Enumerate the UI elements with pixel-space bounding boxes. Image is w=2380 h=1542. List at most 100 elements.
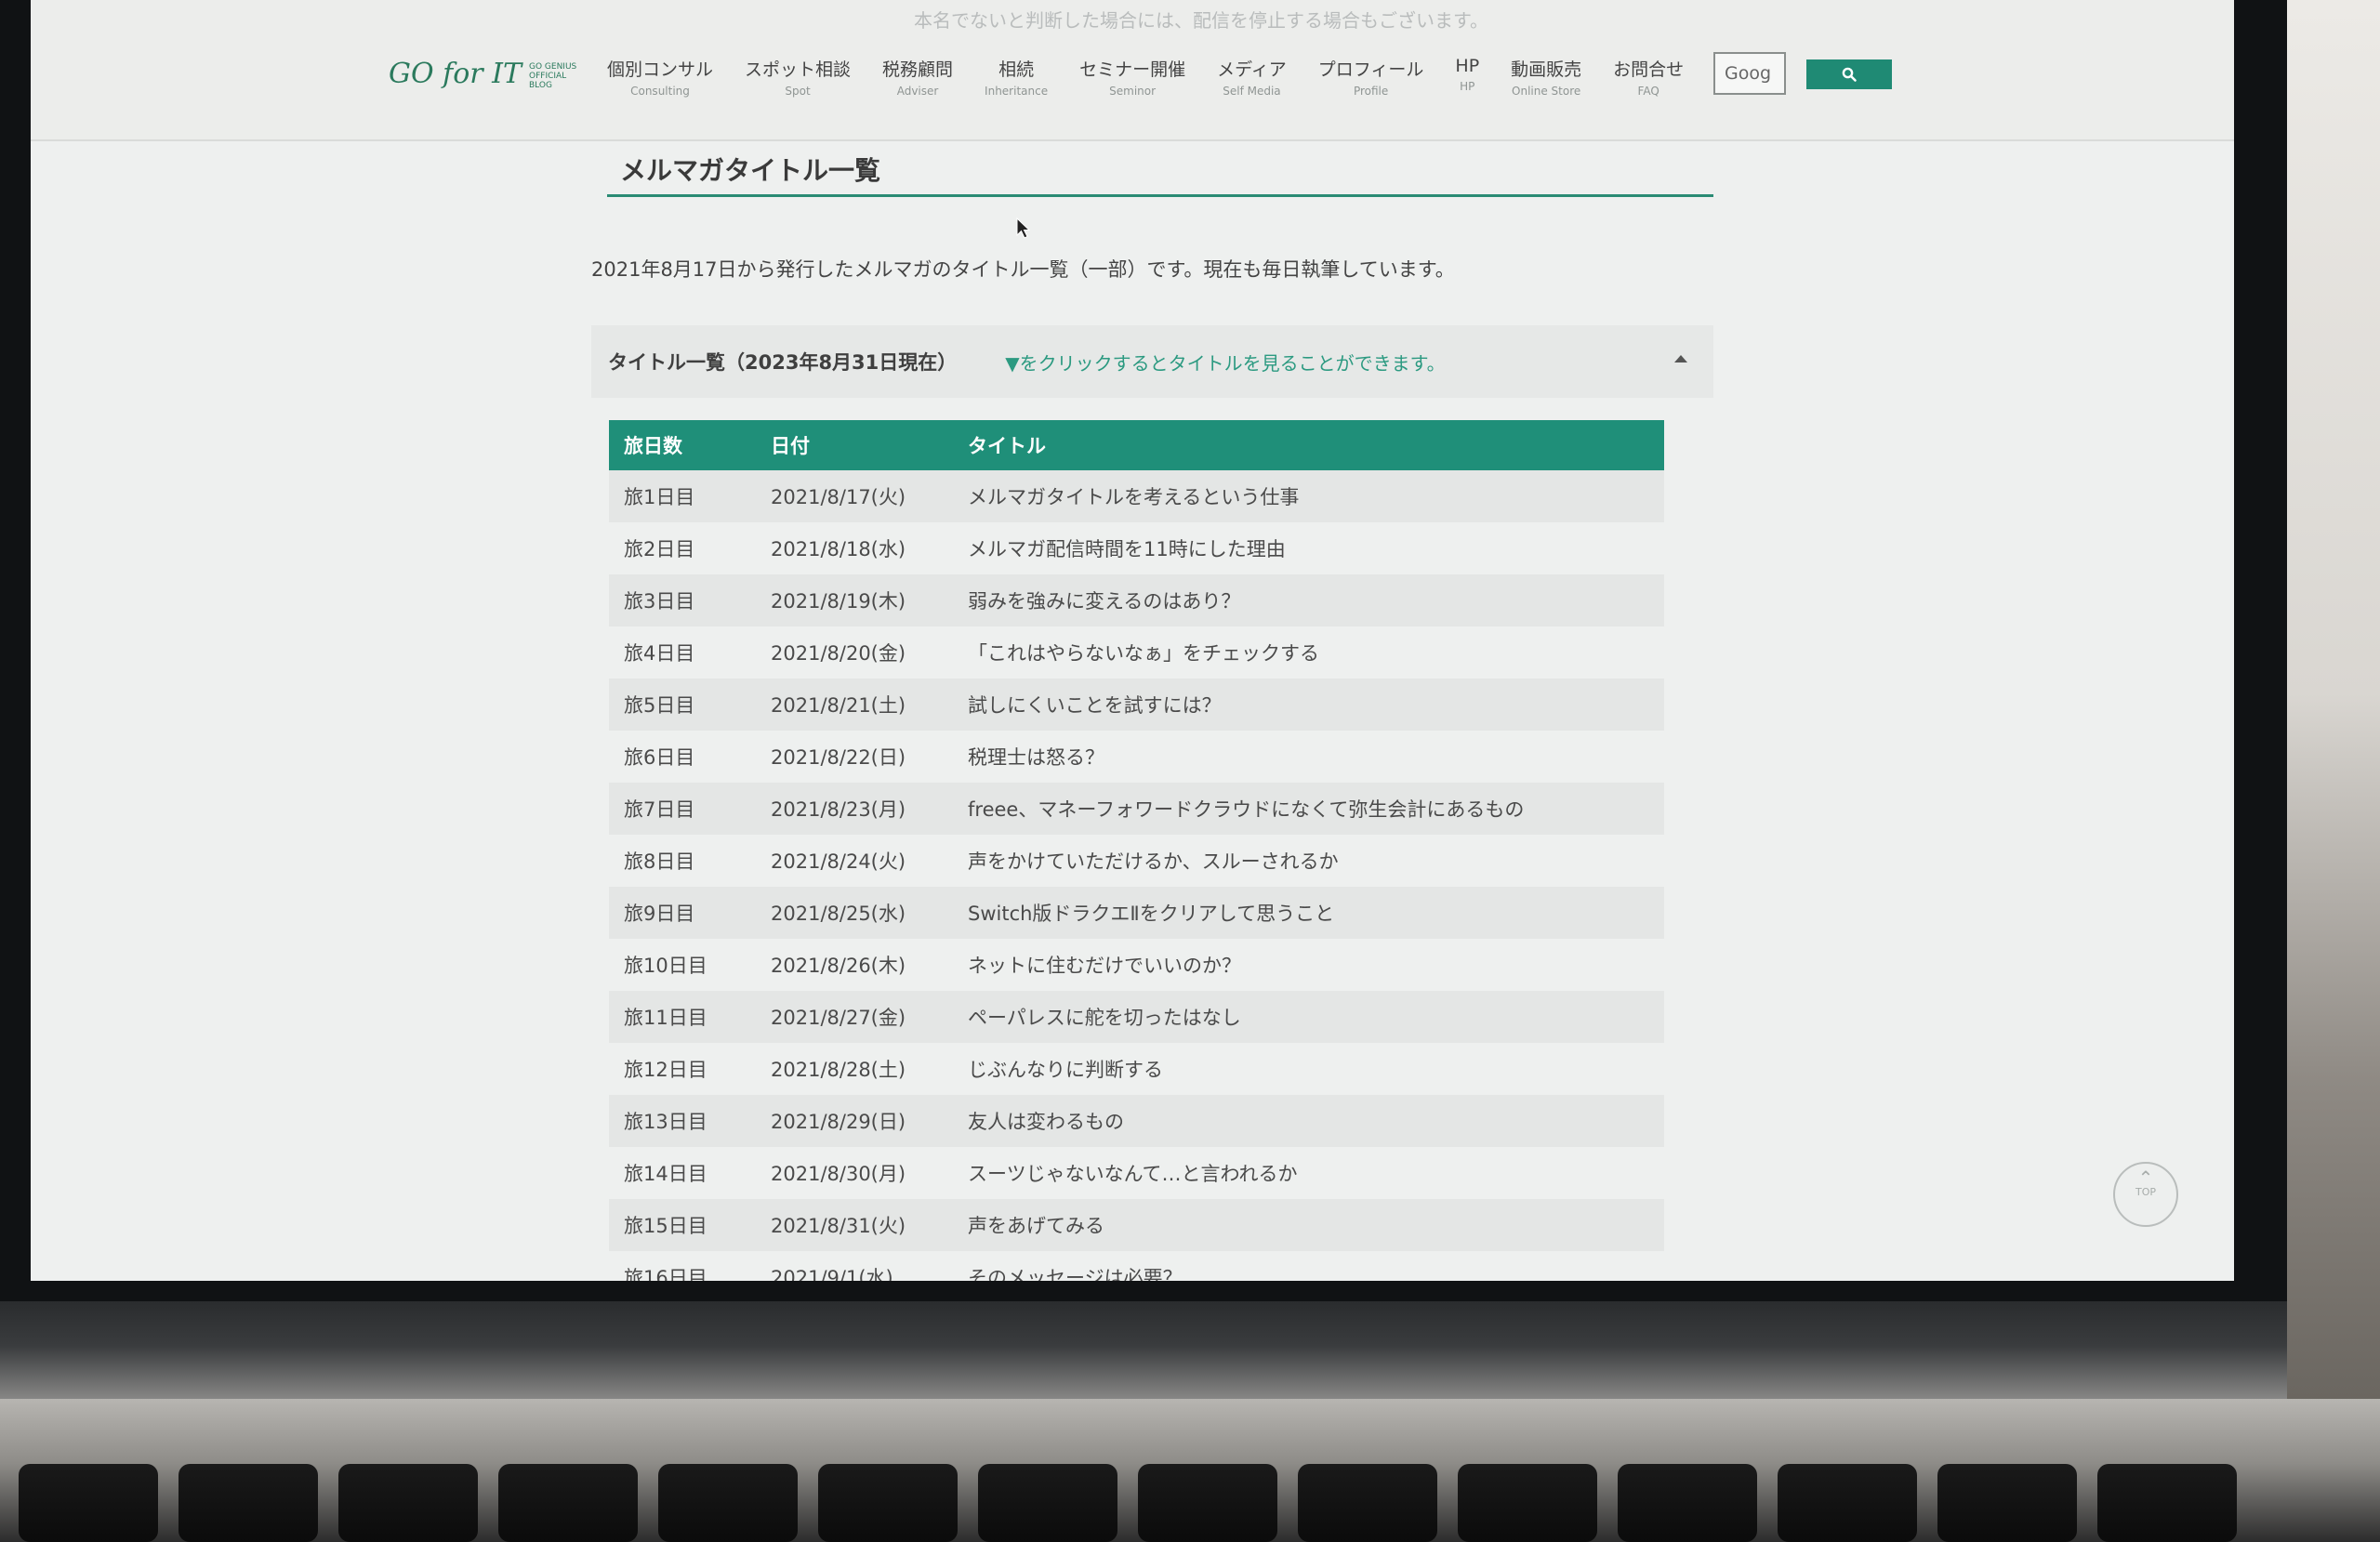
chevron-up-icon: ⌃: [2137, 1166, 2154, 1189]
nav-item-sublabel: Profile: [1353, 85, 1389, 98]
key: [498, 1464, 638, 1542]
table-row: 旅10日目 2021/8/26(木) ネットに住むだけでいいのか？: [609, 939, 1664, 991]
nav-item-label: メディア: [1217, 59, 1287, 80]
back-to-top-button[interactable]: ⌃ TOP: [2113, 1162, 2178, 1227]
key: [1298, 1464, 1437, 1542]
nav-item-sublabel: FAQ: [1637, 85, 1659, 98]
table-row: 旅2日目 2021/8/18(水) メルマガ配信時間を11時にした理由: [609, 522, 1664, 574]
key: [1458, 1464, 1597, 1542]
accordion-header[interactable]: タイトル一覧（2023年8月31日現在） ▼をクリックするとタイトルを見ることが…: [591, 325, 1713, 398]
table-header-row: 旅日数 日付 タイトル: [609, 420, 1664, 470]
site-header: 本名でないと判断した場合には、配信を停止する場合もございます。 GO for I…: [31, 0, 2234, 141]
screen: 本名でないと判断した場合には、配信を停止する場合もございます。 GO for I…: [31, 0, 2234, 1281]
title-cell: Switch版ドラクエⅡをクリアして思うこと: [968, 903, 1335, 925]
date-cell: 2021/8/25(水): [771, 903, 906, 925]
nav-item-adviser[interactable]: 税務顧問 Adviser: [882, 56, 953, 98]
date-cell: 2021/8/29(日): [771, 1111, 906, 1133]
nav-item-label: お問合せ: [1613, 59, 1685, 80]
day-cell: 旅9日目: [624, 903, 695, 925]
caret-up-icon[interactable]: [1673, 353, 1689, 364]
table-row: 旅12日目 2021/8/28(土) じぶんなりに判断する: [609, 1043, 1664, 1095]
date-cell: 2021/8/27(金): [771, 1007, 906, 1029]
table-row: 旅7日目 2021/8/23(月) freee、マネーフォワードクラウドになくて弥生…: [609, 783, 1664, 835]
table-row: 旅3日目 2021/8/19(木) 弱みを強みに変えるのはあり？: [609, 574, 1664, 626]
date-cell: 2021/8/19(木): [771, 590, 906, 613]
nav-item-profile[interactable]: プロフィール Profile: [1318, 56, 1424, 98]
column-header-day: 旅日数: [624, 435, 682, 457]
day-cell: 旅1日目: [624, 486, 695, 508]
day-cell: 旅15日目: [624, 1215, 707, 1237]
title-cell: freee、マネーフォワードクラウドになくて弥生会計にあるもの: [968, 798, 1525, 821]
column-header-title: タイトル: [968, 435, 1046, 457]
page-title: メルマガタイトル一覧: [607, 151, 1713, 197]
date-cell: 2021/8/24(火): [771, 850, 906, 873]
nav-item-sublabel: Online Store: [1512, 85, 1581, 98]
nav-item-hp[interactable]: HP HP: [1455, 56, 1479, 98]
nav-item-label: 個別コンサル: [607, 59, 714, 80]
accordion-hint: ▼をクリックするとタイトルを見ることができます。: [1005, 351, 1446, 375]
title-cell: 声をかけていただけるか、スルーされるか: [968, 850, 1339, 873]
title-cell: 友人は変わるもの: [968, 1111, 1124, 1133]
laptop-hinge: [0, 1301, 2287, 1413]
nav-item-consulting[interactable]: 個別コンサル Consulting: [607, 56, 713, 98]
nav-item-label: スポット相談: [745, 59, 852, 80]
nav-item-spot[interactable]: スポット相談 Spot: [745, 56, 851, 98]
title-cell: 税理士は怒る？: [968, 746, 1104, 769]
search-input[interactable]: [1713, 52, 1786, 95]
nav-item-sublabel: Consulting: [630, 85, 690, 98]
nav-item-faq[interactable]: お問合せ FAQ: [1613, 56, 1684, 98]
title-cell: ペーパレスに舵を切ったはなし: [968, 1007, 1241, 1029]
key: [1138, 1464, 1277, 1542]
keyboard: [0, 1464, 2380, 1542]
nav-item-inheritance[interactable]: 相続 Inheritance: [985, 56, 1048, 98]
key: [19, 1464, 158, 1542]
nav-item-label: 税務顧問: [882, 59, 954, 80]
nav-item-sublabel: Adviser: [896, 85, 939, 98]
nav-item-label: 相続: [998, 59, 1035, 80]
date-cell: 2021/8/30(月): [771, 1163, 906, 1185]
search-icon: [1842, 67, 1857, 82]
key: [2097, 1464, 2237, 1542]
title-cell: ネットに住むだけでいいのか？: [968, 955, 1241, 977]
table-row: 旅5日目 2021/8/21(土) 試しにくいことを試すには？: [609, 679, 1664, 731]
key: [1618, 1464, 1757, 1542]
title-cell: 弱みを強みに変えるのはあり？: [968, 590, 1241, 613]
nav-item-label: HP: [1455, 56, 1480, 76]
day-cell: 旅12日目: [624, 1059, 707, 1081]
site-logo[interactable]: GO for IT GO GENIUS OFFICIAL BLOG: [389, 58, 585, 90]
nav-item-online-store[interactable]: 動画販売 Online Store: [1511, 56, 1581, 98]
nav-item-self-media[interactable]: メディア Self Media: [1217, 56, 1287, 98]
date-cell: 2021/8/26(木): [771, 955, 906, 977]
top-label: TOP: [2135, 1186, 2156, 1198]
day-cell: 旅11日目: [624, 1007, 707, 1029]
nav-item-sublabel: Seminor: [1109, 85, 1157, 98]
day-cell: 旅7日目: [624, 798, 695, 821]
mouse-cursor-icon: [1016, 217, 1031, 239]
date-cell: 2021/8/31(火): [771, 1215, 906, 1237]
title-cell: そのメッセージは必要？: [968, 1267, 1183, 1281]
table-row: 旅8日目 2021/8/24(火) 声をかけていただけるか、スルーされるか: [609, 835, 1664, 887]
day-cell: 旅2日目: [624, 538, 695, 560]
day-cell: 旅14日目: [624, 1163, 707, 1185]
title-cell: 声をあげてみる: [968, 1215, 1104, 1237]
day-cell: 旅13日目: [624, 1111, 707, 1133]
column-header-date: 日付: [771, 435, 810, 457]
date-cell: 2021/8/23(月): [771, 798, 906, 821]
table-row: 旅15日目 2021/8/31(火) 声をあげてみる: [609, 1199, 1664, 1251]
key: [978, 1464, 1117, 1542]
key: [338, 1464, 478, 1542]
table-row: 旅9日目 2021/8/25(水) Switch版ドラクエⅡをクリアして思うこと: [609, 887, 1664, 939]
table-row: 旅16日目 2021/9/1(水) そのメッセージは必要？: [609, 1251, 1664, 1281]
day-cell: 旅6日目: [624, 746, 695, 769]
search-button[interactable]: [1806, 59, 1892, 89]
intro-text: 2021年8月17日から発行したメルマガのタイトル一覧（一部）です。現在も毎日執…: [591, 258, 1455, 281]
title-cell: メルマガ配信時間を11時にした理由: [968, 538, 1286, 560]
title-cell: 「これはやらないなぁ」をチェックする: [968, 642, 1319, 665]
title-table: 旅日数 日付 タイトル 旅1日目 2021/8/17(火) メルマガタイトルを考える…: [609, 420, 1664, 1281]
date-cell: 2021/8/28(土): [771, 1059, 906, 1081]
nav-item-seminor[interactable]: セミナー開催 Seminor: [1079, 56, 1185, 98]
day-cell: 旅16日目: [624, 1267, 707, 1281]
date-cell: 2021/8/20(金): [771, 642, 906, 665]
day-cell: 旅4日目: [624, 642, 695, 665]
nav-item-label: セミナー開催: [1079, 59, 1186, 80]
